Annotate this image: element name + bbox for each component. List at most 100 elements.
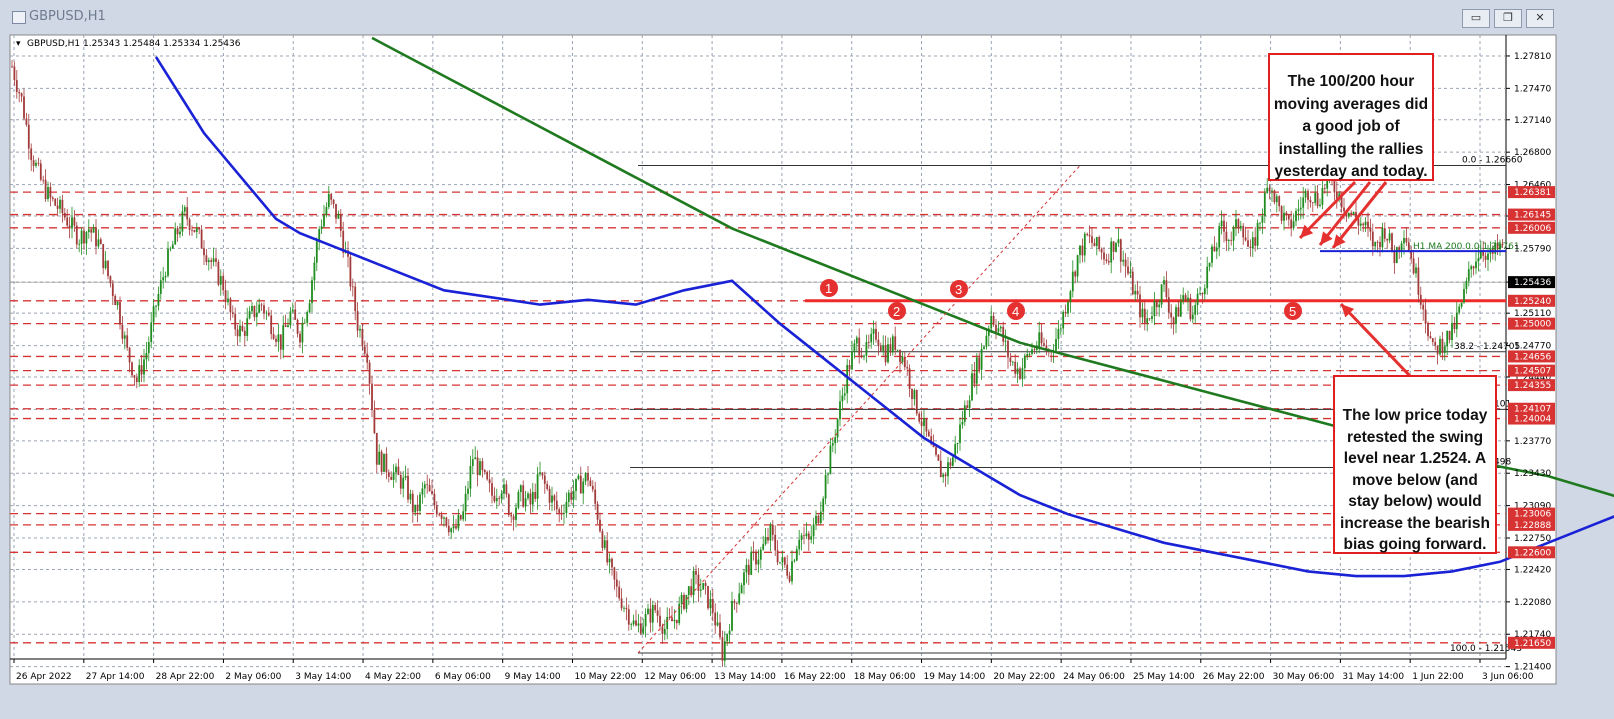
candle-body (1148, 318, 1151, 320)
candle-body (330, 193, 333, 200)
candle-body (1129, 271, 1132, 274)
time-label: 10 May 22:00 (574, 672, 636, 682)
candle-body (1086, 233, 1089, 235)
candle-body (1467, 269, 1470, 281)
candle-body (589, 480, 592, 486)
candle-body (399, 474, 402, 489)
candle-body (1002, 326, 1005, 342)
candle-body (918, 413, 921, 422)
level-tag-label: 1.25240 (1514, 297, 1551, 307)
candle-body (819, 511, 822, 524)
candle-body (371, 383, 373, 411)
candle-body (517, 492, 520, 508)
candle-body (560, 512, 563, 514)
candle-body (995, 324, 997, 332)
candle-body (186, 207, 189, 220)
candle-body (39, 163, 42, 180)
candle-body (1386, 238, 1389, 241)
candle-body (1283, 212, 1285, 221)
candle-body (961, 421, 964, 425)
candle-body (219, 276, 222, 285)
candle-body (1347, 212, 1350, 217)
candle-body (1256, 222, 1259, 246)
candle-body (971, 373, 973, 401)
candle-body (524, 498, 527, 507)
candle-body (1362, 223, 1365, 226)
marker-number: 1 (825, 281, 832, 296)
candle-body (1434, 342, 1437, 346)
candle-body (426, 484, 429, 486)
candle-body (121, 324, 124, 339)
candle-body (119, 302, 121, 325)
candle-body (1371, 231, 1374, 247)
candle-body (1422, 304, 1425, 310)
candle-body (704, 583, 707, 587)
candle-body (1287, 215, 1290, 220)
candle-body (284, 325, 287, 327)
candle-body (810, 536, 813, 540)
candle-body (198, 228, 201, 230)
candle-body (827, 474, 829, 476)
candle-body (54, 198, 57, 206)
candle-body (795, 549, 798, 561)
candle-body (1227, 239, 1230, 242)
candle-body (476, 457, 479, 476)
candle-body (111, 283, 114, 296)
candle-body (164, 275, 167, 278)
candle-body (1302, 197, 1305, 208)
candle-body (1019, 368, 1021, 379)
candle-body (1244, 237, 1247, 241)
candle-body (1417, 267, 1420, 295)
candle-body (315, 241, 318, 263)
candle-body (623, 607, 625, 609)
candle-body (229, 298, 232, 313)
candle-body (1223, 220, 1225, 232)
candle-body (414, 504, 417, 513)
candle-body (1448, 330, 1451, 340)
candle-body (296, 319, 299, 334)
time-label: 31 May 14:00 (1342, 672, 1404, 682)
candle-body (1463, 289, 1465, 303)
candle-body (1429, 336, 1432, 339)
candle-body (80, 230, 83, 244)
header-dropdown-icon[interactable]: ▾ (16, 39, 21, 49)
candle-body (1254, 237, 1257, 246)
candle-body (311, 280, 313, 304)
level-tag-label: 1.21650 (1514, 639, 1551, 649)
candle-body (152, 306, 155, 323)
candle-body (1460, 302, 1463, 307)
candle-body (935, 447, 937, 455)
candle-body (1307, 190, 1309, 200)
candle-body (469, 466, 472, 489)
candle-body (625, 607, 628, 610)
candle-body (983, 346, 985, 349)
candle-body (803, 535, 805, 537)
candle-body (1110, 241, 1113, 263)
candle-body (1153, 301, 1156, 317)
candle-body (1321, 188, 1324, 205)
candle-body (445, 517, 448, 526)
candle-body (275, 338, 277, 342)
candle-body (745, 564, 748, 573)
candle-body (755, 552, 757, 565)
candle-body (217, 261, 220, 285)
candle-body (1309, 199, 1312, 203)
candle-body (944, 474, 947, 477)
candle-body (879, 346, 882, 351)
candle-body (824, 475, 827, 499)
candle-body (481, 461, 484, 471)
candle-body (1352, 212, 1355, 215)
candle-body (73, 217, 76, 226)
candle-body (1232, 227, 1235, 241)
candle-body (462, 511, 465, 520)
candle-body (157, 293, 160, 306)
candle-body (570, 492, 573, 500)
candle-body (800, 535, 803, 540)
candle-body (18, 91, 21, 94)
candle-body (805, 533, 808, 537)
candle-body (1067, 302, 1069, 314)
candle-body (1107, 260, 1110, 263)
candle-body (1081, 245, 1084, 256)
candle-body (913, 390, 916, 400)
candle-body (1103, 252, 1105, 260)
